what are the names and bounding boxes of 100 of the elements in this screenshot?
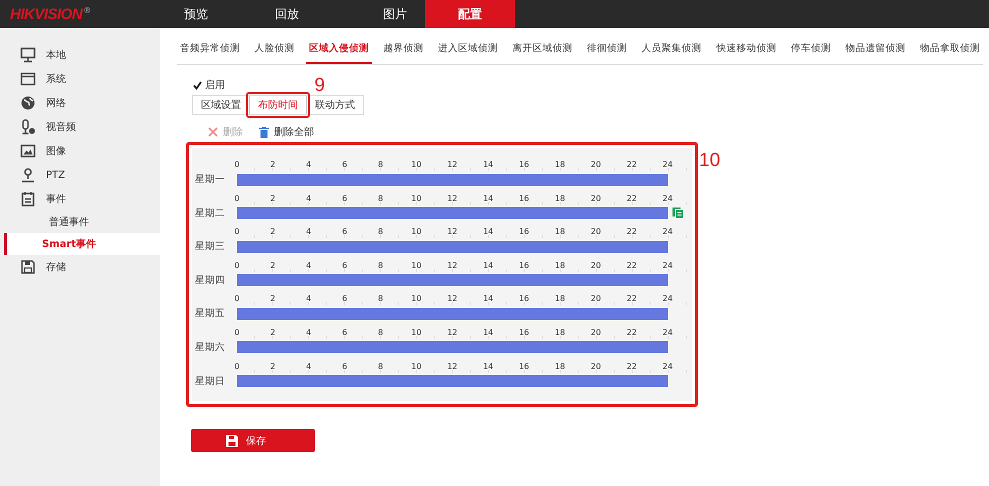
tick-label: 14	[482, 328, 494, 337]
sidebar-item[interactable]: 网络	[0, 91, 160, 115]
tick-label: 8	[376, 227, 384, 236]
time-segment[interactable]	[237, 375, 668, 388]
tick-label: 16	[518, 227, 530, 236]
sidebar-item[interactable]: 图像	[0, 139, 160, 163]
day-label: 星期六	[194, 340, 226, 354]
tick-label: 20	[590, 260, 602, 270]
tab[interactable]: 区域入侵侦测	[306, 28, 372, 64]
tick-label: 20	[590, 294, 602, 304]
person-icon	[20, 167, 36, 183]
tick-label: 10	[410, 160, 422, 169]
tick-label: 16	[518, 328, 530, 337]
day-label: 星期一	[194, 173, 226, 186]
delete-all-button[interactable]: 删除全部	[259, 125, 314, 139]
tick-label: 2	[269, 260, 276, 270]
tab[interactable]: 停车侦测	[788, 28, 834, 64]
nav-tab[interactable]: 图片	[365, 0, 425, 28]
sidebar-item[interactable]: 系统	[0, 67, 160, 91]
tick-label: 10	[410, 260, 422, 270]
tick-label: 12	[446, 227, 458, 236]
subtab[interactable]: 布防时间	[249, 96, 307, 114]
tick-label: 0	[233, 328, 240, 337]
tick-label: 12	[446, 294, 458, 304]
tick-label: 10	[410, 227, 422, 236]
tick-label: 4	[305, 328, 312, 337]
tab[interactable]: 快速移动侦测	[713, 28, 780, 64]
sidebar-item[interactable]: 存储	[0, 255, 160, 279]
tick-label: 4	[305, 362, 312, 371]
tick-label: 12	[446, 328, 458, 337]
tick-label: 20	[590, 160, 602, 169]
tick-label: 20	[590, 362, 602, 371]
sidebar-item[interactable]: 本地	[0, 43, 160, 67]
tab[interactable]: 徘徊侦测	[584, 28, 630, 64]
tick-label: 24	[662, 260, 674, 270]
tick-label: 24	[662, 194, 674, 203]
tick-label: 0	[233, 160, 240, 169]
tick-label: 10	[410, 328, 422, 337]
checkbox[interactable]	[193, 80, 202, 90]
tick-label: 18	[554, 160, 566, 169]
tab[interactable]: 进入区域侦测	[435, 28, 502, 64]
tick-label: 24	[662, 160, 674, 169]
tick-label: 16	[518, 160, 530, 169]
sidebar-subitem[interactable]: Smart事件	[4, 233, 160, 255]
tick-label: 16	[518, 260, 530, 270]
tick-label: 12	[446, 160, 458, 169]
tick-label: 14	[482, 294, 494, 304]
copy-icon[interactable]	[672, 207, 684, 220]
checkbox-label: 启用	[205, 78, 225, 92]
sidebar-item[interactable]: PTZ	[0, 163, 160, 187]
tick-label: 18	[554, 362, 566, 371]
nav-tab[interactable]: 回放	[257, 0, 317, 28]
time-segment[interactable]	[237, 308, 668, 320]
calendar-icon	[20, 191, 36, 207]
tick-label: 22	[626, 328, 638, 337]
tab[interactable]: 离开区域侦测	[510, 28, 576, 64]
tick-label: 22	[626, 260, 638, 270]
tick-label: 4	[305, 294, 312, 304]
tick-label: 20	[590, 227, 602, 236]
subtab[interactable]: 联动方式	[307, 96, 363, 114]
checkmark-icon	[193, 80, 202, 90]
save-button[interactable]: 保存	[191, 429, 315, 452]
sidebar-subitem[interactable]: 普通事件	[4, 211, 160, 233]
tab[interactable]: 音频异常侦测	[177, 28, 243, 64]
tab[interactable]: 越界侦测	[380, 28, 427, 64]
tick-label: 6	[341, 227, 348, 236]
time-segment[interactable]	[237, 274, 668, 286]
registered-mark: ®	[83, 6, 92, 14]
tab[interactable]: 物品拿取侦测	[916, 28, 983, 64]
tick-label: 14	[482, 260, 494, 270]
tick-label: 0	[233, 362, 240, 371]
tab[interactable]: 人员聚集侦测	[638, 28, 705, 64]
time-segment[interactable]	[237, 240, 668, 253]
sidebar-item[interactable]: 视音频	[0, 115, 160, 139]
close-icon	[208, 127, 218, 137]
tick-label: 18	[554, 328, 566, 337]
sidebar-item[interactable]: 事件	[0, 187, 160, 211]
tab[interactable]: 物品遗留侦测	[842, 28, 908, 64]
tick-label: 16	[518, 362, 530, 371]
tick-label: 6	[341, 294, 348, 304]
day-label: 星期二	[194, 206, 226, 220]
tick-label: 24	[662, 362, 674, 371]
time-segment[interactable]	[237, 341, 668, 354]
tab[interactable]: 人脸侦测	[252, 28, 298, 64]
globe-icon	[20, 95, 36, 111]
tick-label: 24	[662, 328, 674, 337]
subtab[interactable]: 区域设置	[193, 96, 249, 114]
tick-label: 12	[446, 260, 458, 270]
tick-label: 0	[233, 227, 240, 236]
tick-label: 12	[446, 194, 458, 203]
tick-label: 0	[233, 294, 240, 304]
time-segment[interactable]	[237, 174, 668, 186]
nav-tab[interactable]: 配置	[425, 0, 515, 28]
window-icon	[20, 71, 36, 87]
time-segment[interactable]	[237, 207, 668, 220]
nav-tab[interactable]: 预览	[166, 0, 226, 28]
tick-label: 0	[233, 260, 240, 270]
tick-label: 24	[662, 294, 674, 304]
annotation-number: 10	[699, 151, 720, 170]
tick-label: 8	[376, 362, 384, 371]
